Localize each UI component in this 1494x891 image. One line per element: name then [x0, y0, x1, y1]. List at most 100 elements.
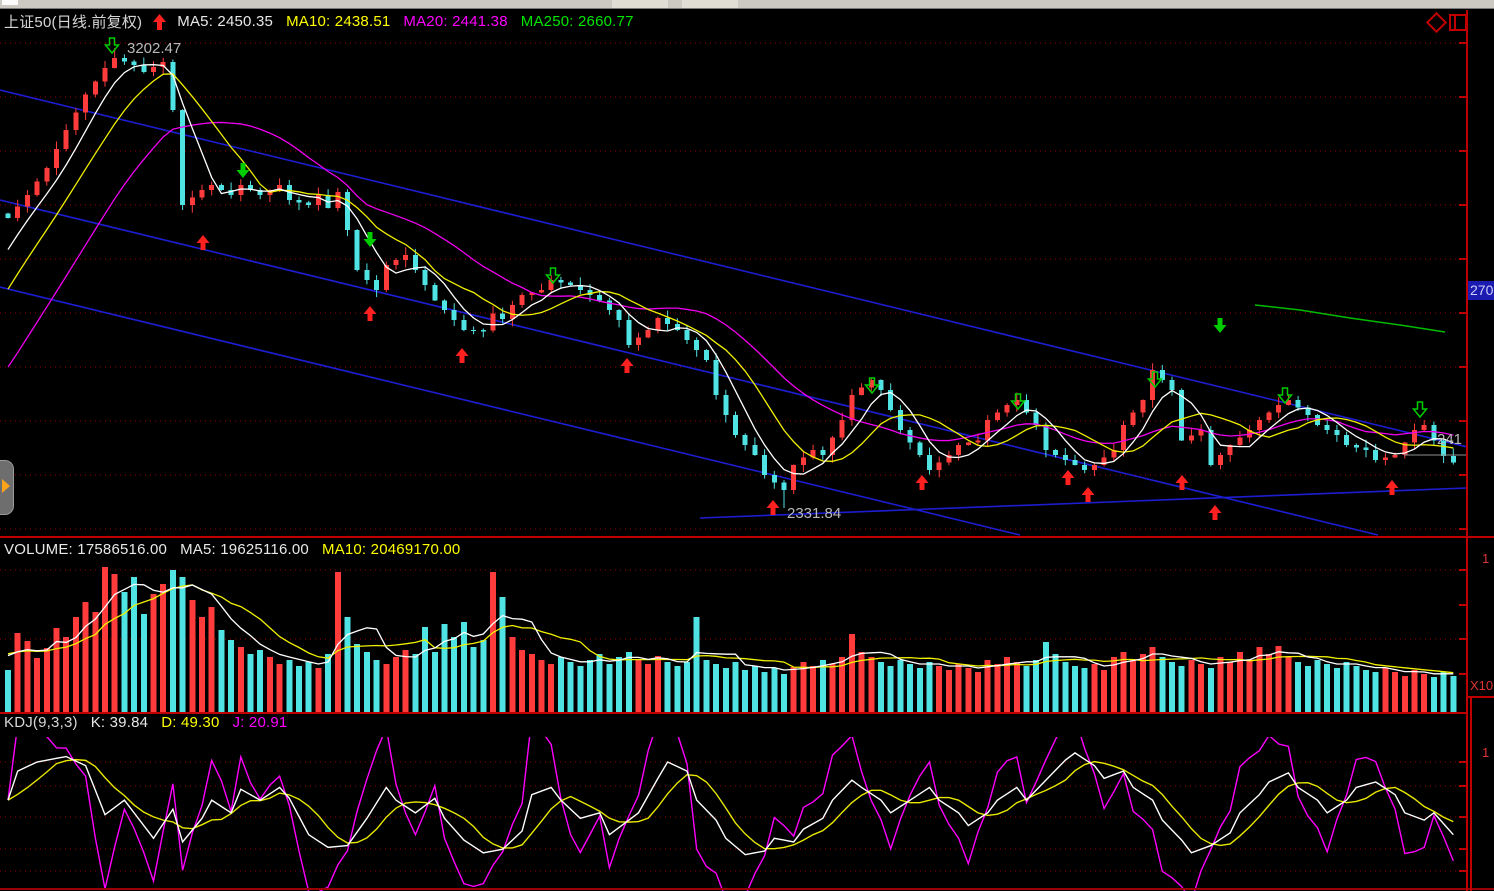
candle [1267, 413, 1272, 421]
ma250-value: MA250: 2660.77 [521, 13, 634, 30]
volume-chart[interactable] [0, 562, 1467, 713]
sidebar-expander-tab[interactable] [0, 460, 14, 515]
candle [1082, 465, 1087, 470]
volume-bar [713, 664, 719, 712]
kdj-name: KDJ(9,3,3) [4, 714, 78, 731]
volume-bar [1285, 657, 1291, 712]
low-price-label: 2331.84 [787, 505, 841, 522]
volume-bar [480, 640, 486, 712]
buy-arrow-icon [1386, 480, 1399, 495]
volume-bar [1130, 660, 1136, 712]
volume-bar [548, 664, 554, 712]
volume-bar [1218, 657, 1224, 712]
volume-bar [442, 624, 448, 712]
volume-bar [500, 597, 506, 712]
volume-bar [694, 617, 700, 712]
candle [219, 185, 224, 190]
candle [141, 65, 146, 72]
volume-bar [946, 670, 952, 712]
volume-bar [1140, 654, 1146, 712]
main-volume-separator [0, 536, 1494, 538]
split-window-icon[interactable] [1449, 14, 1467, 31]
volume-bar [665, 662, 671, 712]
volume-bar [1315, 660, 1321, 712]
volume-bar [102, 567, 108, 712]
volume-bar [354, 644, 360, 712]
buy-arrow-icon [767, 500, 780, 515]
candle [1140, 400, 1145, 412]
candle [316, 195, 321, 205]
volume-bar [151, 594, 157, 712]
candle [461, 320, 466, 330]
volume-ma10-line [8, 585, 1453, 673]
volume-bar [218, 630, 224, 712]
volume-bar [1276, 646, 1282, 712]
volume-bar [1295, 662, 1301, 712]
candle [35, 182, 40, 195]
candle [1354, 445, 1359, 447]
candle [297, 200, 302, 203]
volume-ma5-value: MA5: 19625116.00 [180, 541, 309, 558]
candle [646, 330, 651, 338]
diamond-icon[interactable] [1426, 12, 1447, 33]
volume-bar [44, 648, 50, 712]
volume-bar [597, 654, 603, 712]
volume-bar [1169, 662, 1175, 712]
candle [15, 206, 20, 217]
volume-bar [878, 662, 884, 712]
candle [1063, 455, 1068, 460]
last-price-label: 241 [1437, 431, 1466, 448]
volume-bar [800, 662, 806, 712]
candle [626, 320, 631, 345]
volume-bar [1101, 670, 1107, 712]
volume-bar [1072, 666, 1078, 712]
volume-bar [383, 664, 389, 712]
volume-bar [965, 668, 971, 712]
buy-arrow-icon [621, 358, 634, 373]
volume-value: VOLUME: 17586516.00 [4, 541, 167, 558]
volume-bar [160, 584, 166, 712]
volume-bar [1014, 662, 1020, 712]
buy-arrow-icon [364, 306, 377, 321]
volume-bar [1382, 668, 1388, 712]
candle [442, 300, 447, 310]
volume-bar [83, 602, 89, 712]
volume-bar [897, 660, 903, 712]
bottom-border [0, 888, 1494, 890]
volume-bar [1043, 642, 1049, 712]
candle [355, 230, 360, 270]
volume-bar [1421, 674, 1427, 712]
candle [423, 270, 428, 285]
ma250-line [1255, 305, 1445, 332]
candle [452, 310, 457, 320]
candle [471, 330, 476, 331]
buy-arrow-icon [916, 475, 929, 490]
main-candlestick-chart[interactable] [0, 33, 1467, 537]
candle [64, 130, 69, 149]
candle [985, 420, 990, 440]
candle [762, 455, 767, 475]
ma5-value: MA5: 2450.35 [177, 13, 273, 30]
volume-bar [568, 662, 574, 712]
volume-bar [1121, 652, 1127, 712]
candle [1199, 430, 1204, 435]
volume-bar [626, 652, 632, 712]
candle [1393, 455, 1398, 457]
volume-bar [539, 660, 545, 712]
candle [1334, 430, 1339, 435]
volume-bar [364, 652, 370, 712]
candle [306, 203, 311, 206]
candle [617, 310, 622, 320]
high-price-label: 3202.47 [127, 40, 181, 57]
candle [6, 214, 11, 218]
volume-bar [199, 617, 205, 712]
volume-axis-top-label: 1 [1482, 551, 1489, 566]
candle [151, 67, 156, 72]
volume-bar [927, 662, 933, 712]
volume-bar [936, 666, 942, 712]
volume-bar [393, 657, 399, 712]
volume-bar [742, 670, 748, 712]
kdj-j-value: J: 20.91 [233, 714, 288, 731]
kdj-chart[interactable] [0, 737, 1467, 891]
volume-bar [54, 628, 60, 712]
